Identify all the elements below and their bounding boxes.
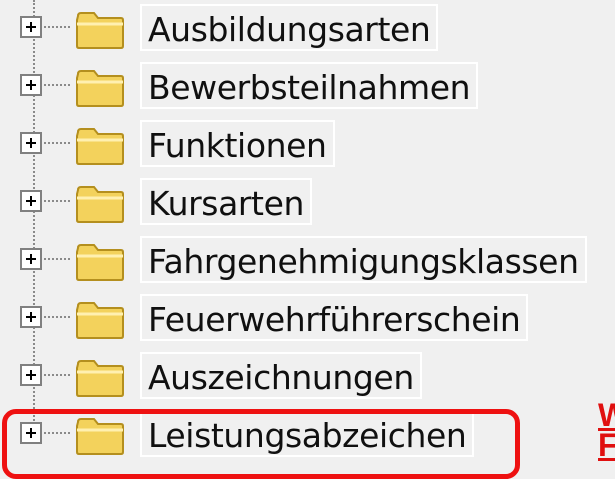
expand-icon[interactable] <box>20 306 42 328</box>
expand-icon[interactable] <box>20 16 42 38</box>
folder-icon <box>76 12 124 49</box>
tree-item-label[interactable]: Ausbildungsarten <box>140 4 439 51</box>
tree-item[interactable]: Bewerbsteilnahmen <box>0 58 615 116</box>
tree-item[interactable]: Kursarten <box>0 174 615 232</box>
expand-icon[interactable] <box>20 248 42 270</box>
expand-icon[interactable] <box>20 74 42 96</box>
folder-icon <box>76 186 124 223</box>
tree-branch-line <box>44 26 70 28</box>
tree-item[interactable]: Funktionen <box>0 116 615 174</box>
tree-item[interactable]: Ausbildungsarten <box>0 0 615 58</box>
tree-branch-line <box>44 200 70 202</box>
highlight-frame <box>2 409 520 479</box>
tree-branch-line <box>44 316 70 318</box>
expand-icon[interactable] <box>20 190 42 212</box>
tree-branch-line <box>44 84 70 86</box>
folder-icon <box>76 244 124 281</box>
annotation-text: W F <box>598 397 615 463</box>
tree-item[interactable]: Feuerwehrführerschein <box>0 290 615 348</box>
tree-branch-line <box>44 258 70 260</box>
tree-branch-line <box>44 142 70 144</box>
tree-item-label[interactable]: Feuerwehrführerschein <box>140 294 529 341</box>
expand-icon[interactable] <box>20 364 42 386</box>
tree-item-label[interactable]: Funktionen <box>140 120 335 167</box>
folder-icon <box>76 302 124 339</box>
folder-icon <box>76 128 124 165</box>
folder-tree: Ausbildungsarten Bewerbsteilnahmen Funkt… <box>0 0 615 479</box>
expand-icon[interactable] <box>20 132 42 154</box>
folder-icon <box>76 70 124 107</box>
tree-item[interactable]: Fahrgenehmigungsklassen <box>0 232 615 290</box>
folder-icon <box>76 360 124 397</box>
tree-item-label[interactable]: Kursarten <box>140 178 313 225</box>
tree-branch-line <box>44 374 70 376</box>
tree-item[interactable]: Auszeichnungen <box>0 348 615 406</box>
tree-item-label[interactable]: Bewerbsteilnahmen <box>140 62 479 109</box>
tree-item-label[interactable]: Fahrgenehmigungsklassen <box>140 236 587 283</box>
tree-item-label[interactable]: Auszeichnungen <box>140 352 422 399</box>
